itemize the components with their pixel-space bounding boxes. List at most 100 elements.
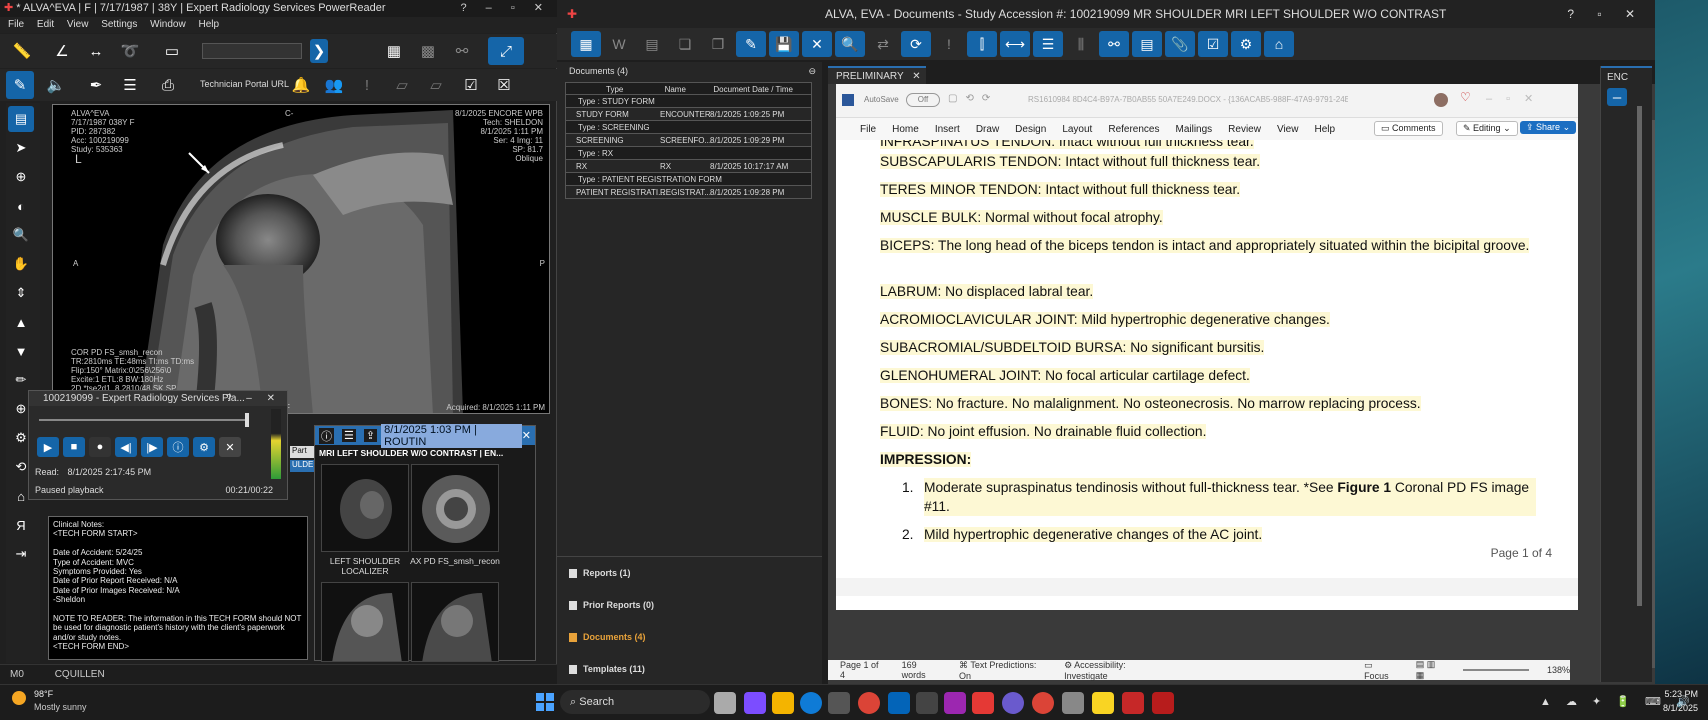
ribbon-help[interactable]: Help [1314, 124, 1335, 135]
menu-window[interactable]: Window [150, 19, 186, 30]
col-type[interactable]: Type [566, 83, 665, 94]
mri-viewport[interactable]: ALVA^EVA 7/17/1987 038Y F PID: 287382 Ac… [52, 104, 550, 414]
app-icon[interactable] [1062, 692, 1084, 714]
menu-file[interactable]: File [8, 19, 24, 30]
arrow-pointer-icon[interactable]: ➤ [8, 135, 34, 161]
save-icon[interactable]: 💾 [769, 31, 799, 57]
thumb-localizer[interactable] [321, 464, 409, 552]
notes-icon[interactable]: ▤ [637, 31, 667, 57]
close-study-icon[interactable]: ☒ [490, 71, 518, 99]
ribbon-mailings[interactable]: Mailings [1175, 124, 1212, 135]
col-name[interactable]: Name [665, 83, 714, 94]
task-view-icon[interactable] [714, 692, 736, 714]
taskbar-search[interactable]: ⌕ Search [560, 690, 710, 714]
pan-hand-icon[interactable]: ✋ [8, 251, 34, 277]
status-accessibility[interactable]: ⚙ Accessibility: Investigate [1064, 660, 1166, 681]
app-icon[interactable] [1002, 692, 1024, 714]
window-controls[interactable]: ? – ▫ ✕ [460, 0, 551, 17]
grid-layout-icon[interactable]: ▦ [380, 37, 408, 65]
ruler-icon[interactable]: 📏 [8, 37, 36, 65]
app-icon[interactable] [1122, 692, 1144, 714]
view-icons[interactable]: ▤ ▥ ▦ [1416, 659, 1445, 681]
layers-icon[interactable]: ▤ [8, 106, 34, 132]
ribbon-view[interactable]: View [1277, 124, 1299, 135]
word-window-controls[interactable]: –▫✕ [1486, 92, 1547, 105]
tab-preliminary[interactable]: PRELIMINARY ✕ [828, 66, 926, 84]
player-settings-icon[interactable]: ⚙ [193, 437, 215, 457]
thumb-series-3[interactable] [321, 582, 409, 662]
ribbon-file[interactable]: File [860, 124, 876, 135]
comments-button[interactable]: ▭ Comments [1374, 121, 1443, 136]
delete-icon[interactable]: ✕ [802, 31, 832, 57]
people-icon[interactable]: 👥 [320, 71, 348, 99]
fast-forward-icon[interactable]: |▶ [141, 437, 163, 457]
refresh-icon[interactable]: ⟳ [901, 31, 931, 57]
templates-link[interactable]: Templates (11) [569, 664, 645, 674]
clock-time[interactable]: 5:23 PM [1650, 689, 1698, 699]
thumb-series-4[interactable] [411, 582, 499, 662]
columns-icon[interactable]: ⫼ [1066, 31, 1096, 57]
table-row[interactable]: RX RX 8/1/2025 10:17:17 AM [565, 160, 812, 173]
powerreader-taskbar-icon[interactable] [1152, 692, 1174, 714]
app-icon[interactable] [944, 692, 966, 714]
hsplit-icon[interactable]: ⟷ [1000, 31, 1030, 57]
rows-icon[interactable]: ☰ [1033, 31, 1063, 57]
encounter-scrollbar[interactable] [1637, 106, 1642, 606]
start-icon[interactable] [536, 693, 554, 711]
print-icon[interactable]: ⎙ [154, 71, 182, 99]
preset-dropdown[interactable] [202, 43, 302, 59]
stack-icon[interactable]: ❏ [670, 31, 700, 57]
search-doc-icon[interactable]: 🔍 [835, 31, 865, 57]
alert-icon[interactable]: ! [353, 71, 381, 99]
link-icon[interactable]: ⚯ [1099, 31, 1129, 57]
split-icon[interactable]: ⫿ [967, 31, 997, 57]
fullscreen-icon[interactable]: ⤢ [488, 37, 524, 65]
ribbon-draw[interactable]: Draw [976, 124, 999, 135]
tab-encounter[interactable]: ENC [1601, 66, 1652, 87]
list-icon[interactable]: ☰ [342, 429, 356, 442]
group-rx[interactable]: Type : RX [565, 147, 812, 160]
pen-icon[interactable]: ✒ [82, 71, 110, 99]
table-row[interactable]: SCREENING SCREENFO... 8/1/2025 1:09:29 P… [565, 134, 812, 147]
record-icon[interactable]: ● [89, 437, 111, 457]
stop-icon[interactable]: ■ [63, 437, 85, 457]
ribbon-references[interactable]: References [1108, 124, 1159, 135]
avatar[interactable] [1434, 93, 1448, 107]
down-arrow-icon[interactable]: ▼ [8, 338, 34, 364]
settings-gear-icon[interactable]: ⚙ [1231, 31, 1261, 57]
app-icon[interactable] [916, 692, 938, 714]
zoom-icon[interactable]: 🔍 [8, 222, 34, 248]
sign-doc-icon[interactable]: ☑ [1198, 31, 1228, 57]
ribbon-design[interactable]: Design [1015, 124, 1046, 135]
status-predictions[interactable]: ⌘ Text Predictions: On [959, 660, 1046, 681]
attach-icon[interactable]: 📎 [1165, 31, 1195, 57]
playback-slider-handle[interactable] [245, 413, 249, 427]
edge-icon[interactable] [800, 692, 822, 714]
export-icon[interactable]: ⇪ [363, 429, 378, 442]
reports-link[interactable]: Reports (1) [569, 568, 631, 578]
col-date[interactable]: Document Date / Time [713, 83, 811, 94]
zoom-slider[interactable] [1462, 669, 1529, 671]
home-icon[interactable]: ⌂ [1264, 31, 1294, 57]
menu-help[interactable]: Help [198, 19, 219, 30]
weather-temp[interactable]: 98°F [34, 689, 53, 699]
bell-icon[interactable]: 🔔 [287, 71, 315, 99]
word-doc-icon[interactable]: W [604, 31, 634, 57]
technician-portal-link[interactable]: Technician Portal URL [200, 79, 289, 89]
ribbon-layout[interactable]: Layout [1062, 124, 1092, 135]
prior-reports-link[interactable]: Prior Reports (0) [569, 600, 654, 610]
calendar-icon[interactable]: ▦ [571, 31, 601, 57]
file-explorer-icon[interactable] [772, 692, 794, 714]
sign-icon[interactable]: ☑ [457, 71, 485, 99]
info-icon[interactable]: ⓘ [167, 437, 189, 457]
share-icon[interactable]: ⇄ [868, 31, 898, 57]
player-close-icon[interactable]: ✕ [219, 437, 241, 457]
ribbon-home[interactable]: Home [892, 124, 919, 135]
editing-button[interactable]: ✎ Editing ⌄ [1456, 121, 1518, 136]
quick-access-icons[interactable]: ▢⟲⟳ [948, 93, 998, 104]
scroll-icon[interactable]: ⇕ [8, 280, 34, 306]
outlook-app-icon[interactable] [888, 692, 910, 714]
ribbon-insert[interactable]: Insert [935, 124, 960, 135]
angle-icon[interactable]: ∠ [48, 37, 76, 65]
app-icon[interactable] [1092, 692, 1114, 714]
